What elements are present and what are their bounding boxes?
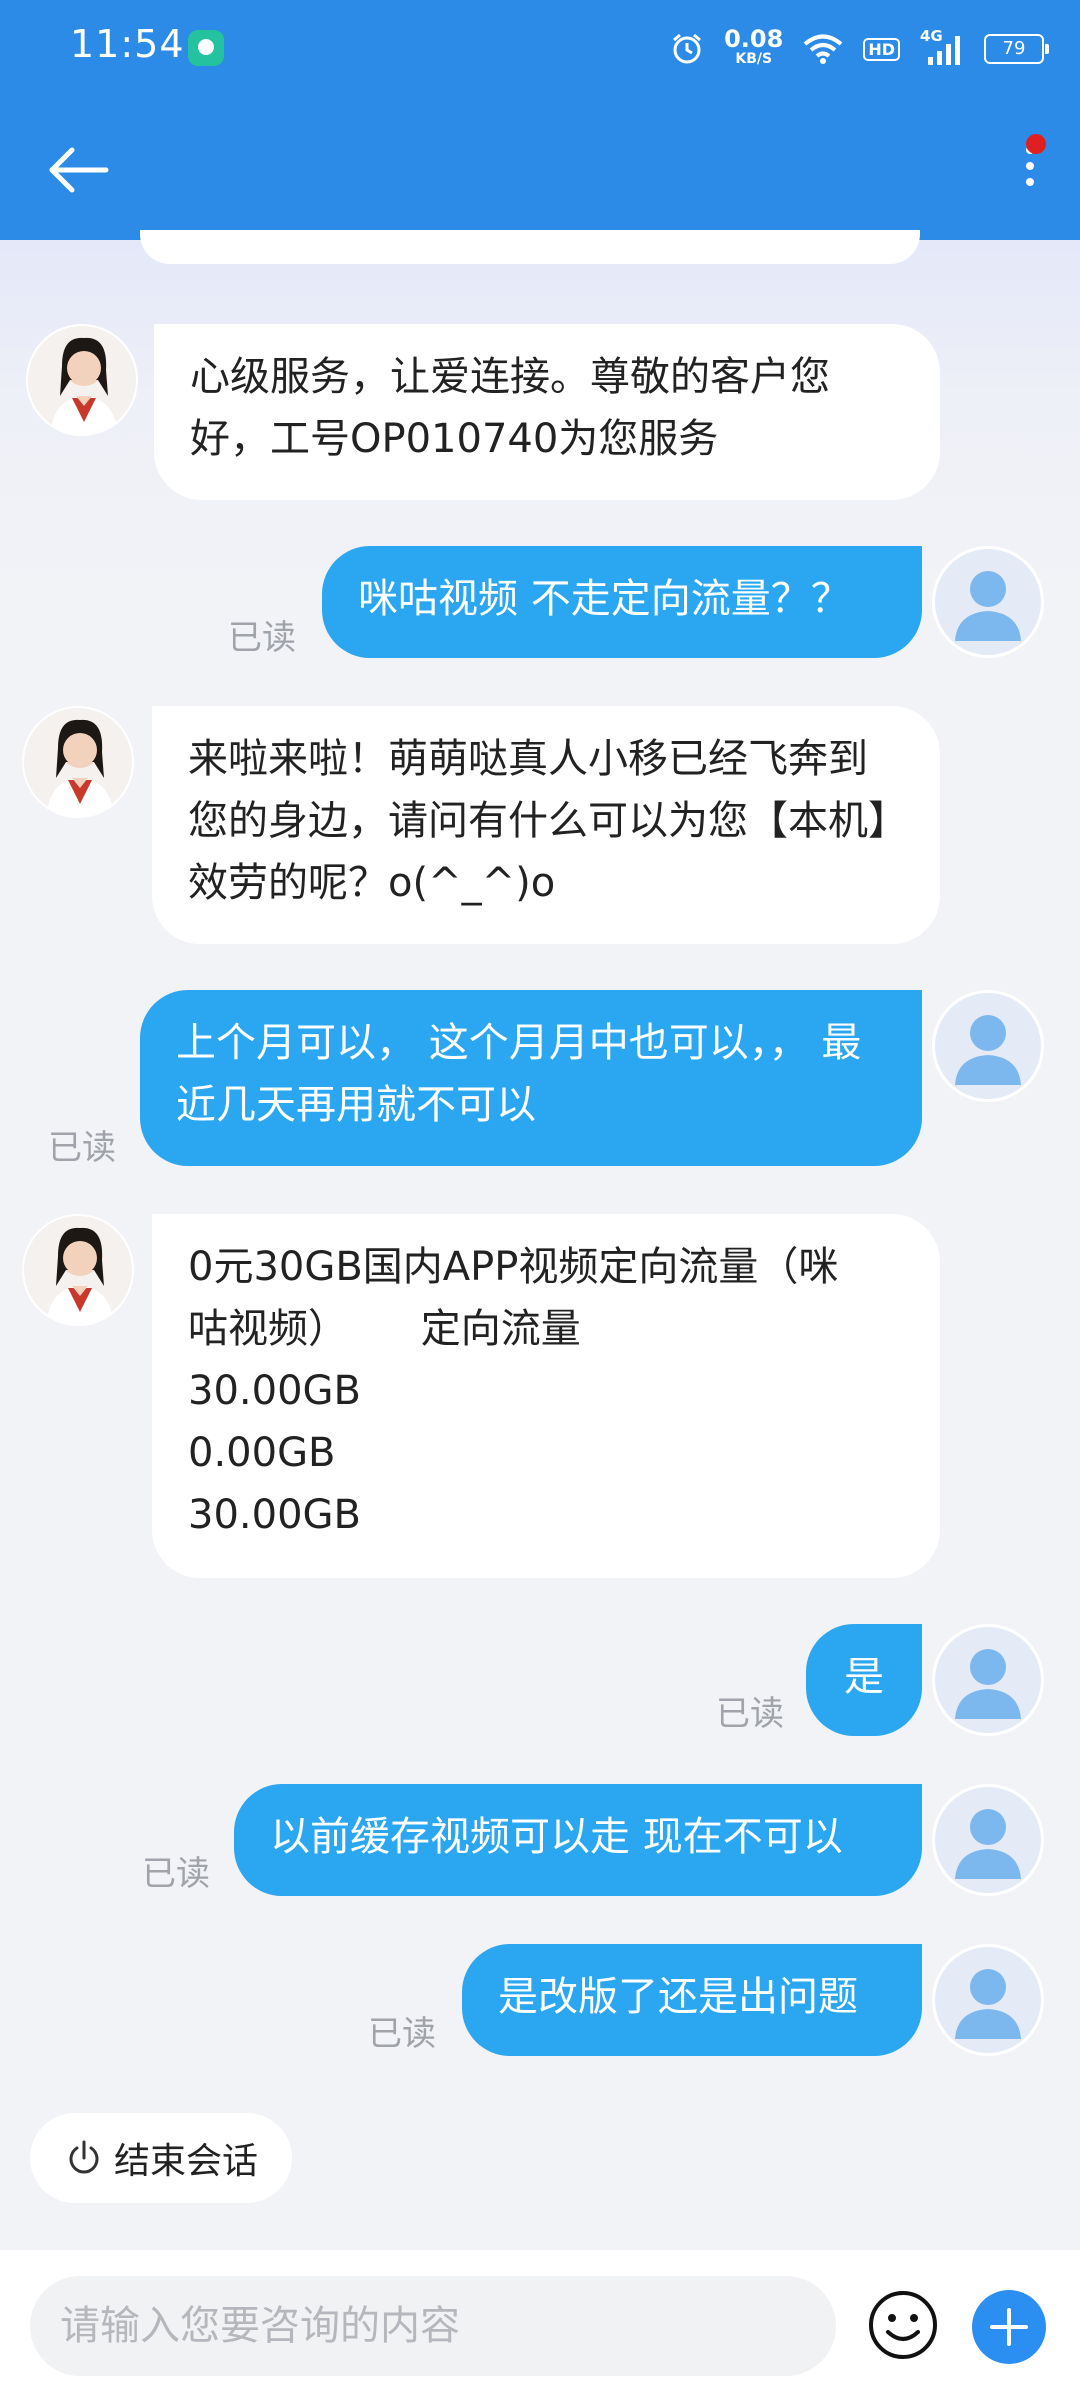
message-text: 咪咕视频 不走定向流量？？ <box>358 576 851 622</box>
more-dot <box>1026 162 1034 170</box>
end-session-label: 结束会话 <box>113 2141 258 2182</box>
agent-avatar <box>22 1214 134 1326</box>
message-line: 0元30GB国内APP视频定向流量（咪 <box>188 1244 839 1290</box>
message-line: 30.00GB <box>188 1492 361 1538</box>
hd-voice-icon: HD <box>863 37 900 61</box>
input-bar <box>0 2250 1080 2400</box>
network-speed-value: 0.08 <box>724 25 784 53</box>
top-header: 11:54 0.08 KB/S HD 4G 79 <box>0 0 1080 240</box>
read-status: 已读 <box>368 2014 436 2054</box>
message-line: 咕视频） 定向流量 <box>188 1306 581 1352</box>
chat-area[interactable]: 心级服务，让爱连接。尊敬的客户您好，工号OP010740为您服务 已读 咪咕视频… <box>0 230 1080 2250</box>
user-message-bubble[interactable]: 是改版了还是出问题 <box>462 1944 922 2056</box>
notification-dot <box>1026 134 1046 154</box>
message-input[interactable] <box>30 2276 836 2376</box>
status-time: 11:54 <box>70 22 185 66</box>
back-arrow-icon <box>49 147 109 193</box>
agent-message-bubble[interactable]: 心级服务，让爱连接。尊敬的客户您好，工号OP010740为您服务 <box>154 324 940 500</box>
agent-message-bubble[interactable]: 0元30GB国内APP视频定向流量（咪 咕视频） 定向流量 30.00GB 0.… <box>152 1214 940 1578</box>
read-status: 已读 <box>228 618 296 658</box>
message-line: 0.00GB <box>188 1430 336 1476</box>
message-text: 以前缓存视频可以走 现在不可以 <box>270 1814 843 1860</box>
more-dot <box>1026 178 1034 186</box>
message-text: 是 <box>844 1654 884 1700</box>
wifi-icon <box>804 34 843 64</box>
plus-icon <box>990 2308 1028 2346</box>
emoji-button[interactable] <box>866 2288 940 2362</box>
add-attachment-button[interactable] <box>972 2290 1046 2364</box>
end-session-button[interactable]: 结束会话 <box>30 2113 292 2203</box>
previous-message-partial <box>140 230 920 264</box>
agent-message-bubble[interactable]: 来啦来啦！萌萌哒真人小移已经飞奔到您的身边，请问有什么可以为您【本机】效劳的呢？… <box>152 706 940 944</box>
message-text: 上个月可以， 这个月月中也可以，， 最近几天再用就不可以 <box>176 1020 862 1128</box>
emoji-icon <box>869 2291 937 2359</box>
app-notification-icon <box>188 30 224 66</box>
user-message-bubble[interactable]: 上个月可以， 这个月月中也可以，， 最近几天再用就不可以 <box>140 990 922 1166</box>
message-text: 心级服务，让爱连接。尊敬的客户您好，工号OP010740为您服务 <box>190 354 830 462</box>
read-status: 已读 <box>48 1128 116 1168</box>
message-text: 来啦来啦！萌萌哒真人小移已经飞奔到您的身边，请问有什么可以为您【本机】效劳的呢？… <box>188 736 888 906</box>
back-button[interactable] <box>40 130 120 210</box>
user-avatar <box>932 1624 1044 1736</box>
message-line: 30.00GB <box>188 1368 361 1414</box>
agent-avatar <box>22 706 134 818</box>
read-status: 已读 <box>716 1694 784 1734</box>
user-avatar <box>932 990 1044 1102</box>
user-message-bubble[interactable]: 以前缓存视频可以走 现在不可以 <box>234 1784 922 1896</box>
signal-icon: 4G <box>920 27 964 67</box>
message-text: 是改版了还是出问题 <box>498 1974 858 2020</box>
more-options-button[interactable] <box>1000 130 1060 210</box>
user-avatar <box>932 546 1044 658</box>
status-icons: 0.08 KB/S HD 4G 79 <box>670 24 1049 74</box>
battery-icon: 79 <box>984 34 1049 64</box>
user-message-bubble[interactable]: 咪咕视频 不走定向流量？？ <box>322 546 922 658</box>
network-speed: 0.08 KB/S <box>724 25 784 69</box>
agent-avatar <box>26 324 138 436</box>
alarm-icon <box>673 33 702 64</box>
power-icon <box>69 2140 99 2174</box>
user-message-bubble[interactable]: 是 <box>806 1624 922 1736</box>
user-avatar <box>932 1784 1044 1896</box>
user-avatar <box>932 1944 1044 2056</box>
read-status: 已读 <box>142 1854 210 1894</box>
status-bar: 11:54 0.08 KB/S HD 4G 79 <box>0 0 1080 96</box>
